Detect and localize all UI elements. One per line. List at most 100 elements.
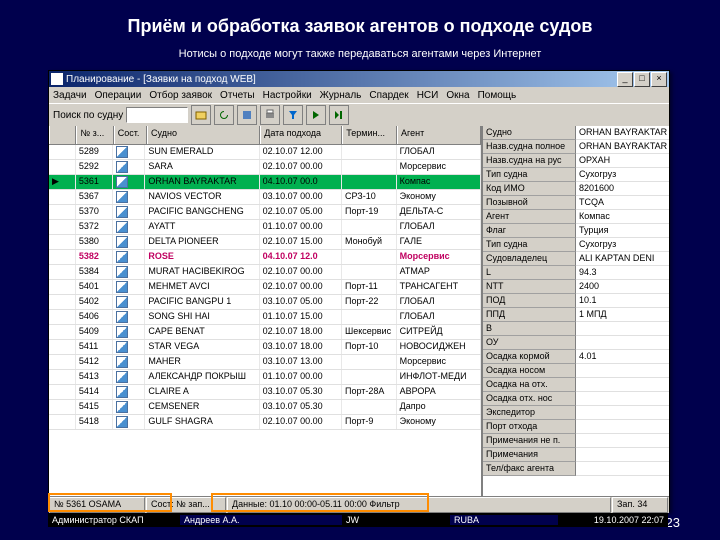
table-row[interactable]: 5367NAVIOS VECTOR03.10.07 00.00СРЗ-10Эко… (49, 190, 481, 205)
status-record: № 5361 OSAMA (49, 497, 145, 513)
doc-icon (116, 386, 128, 398)
doc-icon (116, 356, 128, 368)
detail-row: ОУ (483, 336, 669, 350)
doc-icon (116, 296, 128, 308)
detail-row: Осадка кормой4.01 (483, 350, 669, 364)
doc-icon (116, 371, 128, 383)
app-icon (51, 73, 63, 85)
menu-item[interactable]: Спардек (369, 90, 408, 101)
toolbar-btn-filter[interactable] (283, 105, 303, 125)
window-title: Планирование - [Заявки на подход WEB] (66, 74, 256, 85)
close-button[interactable]: × (651, 72, 667, 87)
detail-row: Примечания не п. (483, 434, 669, 448)
statusbar: № 5361 OSAMA Сост: № зап... Данные: 01.1… (49, 496, 669, 513)
doc-icon (116, 206, 128, 218)
doc-icon (116, 311, 128, 323)
status-sort: Сост: № зап... (146, 497, 226, 513)
toolbar-btn-open[interactable] (191, 105, 211, 125)
menu-item[interactable]: Окна (446, 90, 469, 101)
detail-row: СудовладелецALI KAPTAN DENI (483, 252, 669, 266)
search-input[interactable] (126, 107, 188, 123)
doc-icon (116, 146, 128, 158)
table-row[interactable]: 5409CAPE BENAT02.10.07 18.00ШексервисСИТ… (49, 325, 481, 340)
table-row[interactable]: 5411STAR VEGA03.10.07 18.00Порт-10НОВОСИ… (49, 340, 481, 355)
detail-row: ФлагТурция (483, 224, 669, 238)
doc-icon (116, 161, 128, 173)
table-row[interactable]: 5406SONG SHI HAI01.10.07 15.00ГЛОБАЛ (49, 310, 481, 325)
table-row[interactable]: 5384MURAT HACIBEKIROG02.10.07 00.00АТМАР (49, 265, 481, 280)
slide-title: Приём и обработка заявок агентов о подхо… (0, 16, 720, 37)
toolbar-btn-last[interactable] (329, 105, 349, 125)
toolbar: Поиск по судну (49, 103, 669, 126)
detail-row: Экспедитор (483, 406, 669, 420)
detail-row: АгентКомпас (483, 210, 669, 224)
table-row[interactable]: 5402PACIFIC BANGPU 103.10.07 05.00Порт-2… (49, 295, 481, 310)
table-row[interactable]: 5380DELTA PIONEER02.10.07 15.00МонобуйГА… (49, 235, 481, 250)
menu-item[interactable]: Отбор заявок (149, 90, 212, 101)
toolbar-btn-print[interactable] (260, 105, 280, 125)
detail-row: Тел/факс агента (483, 462, 669, 476)
detail-row: Осадка отх. нос (483, 392, 669, 406)
footer-bar: Администратор СКАП Андреев А.А. JW RUBA … (48, 513, 668, 527)
detail-row: L94.3 (483, 266, 669, 280)
grid-header: № з... Сост. Судно Дата подхода Термин..… (49, 126, 481, 145)
detail-row: B (483, 322, 669, 336)
menu-item[interactable]: Помощь (478, 90, 517, 101)
doc-icon (116, 341, 128, 353)
app-window: Планирование - [Заявки на подход WEB] _ … (48, 70, 670, 512)
menu-item[interactable]: Отчеты (220, 90, 255, 101)
table-row[interactable]: 5413АЛЕКСАНДР ПОКРЫШ01.10.07 00.00ИНФЛОТ… (49, 370, 481, 385)
doc-icon (116, 401, 128, 413)
detail-row: ПОД10.1 (483, 294, 669, 308)
detail-row: Тип суднаСухогруз (483, 168, 669, 182)
status-filter: Данные: 01.10 00:00-05.11 00:00 Фильтр (227, 497, 611, 513)
toolbar-btn-save[interactable] (237, 105, 257, 125)
data-grid[interactable]: № з... Сост. Судно Дата подхода Термин..… (49, 126, 483, 496)
detail-row: СудноORHAN BAYRAKTAR (483, 126, 669, 140)
search-label: Поиск по судну (53, 110, 123, 121)
toolbar-btn-refresh[interactable] (214, 105, 234, 125)
titlebar[interactable]: Планирование - [Заявки на подход WEB] _ … (49, 71, 669, 87)
table-row[interactable]: 5415CEMSENER03.10.07 05.30Дапро (49, 400, 481, 415)
table-row[interactable]: 5401MEHMET AVCI02.10.07 00.00Порт-11ТРАН… (49, 280, 481, 295)
menu-item[interactable]: Задачи (53, 90, 87, 101)
table-row[interactable]: 5418GULF SHAGRA02.10.07 00.00Порт-9Эконо… (49, 415, 481, 430)
toolbar-btn-next[interactable] (306, 105, 326, 125)
doc-icon (116, 266, 128, 278)
doc-icon (116, 416, 128, 428)
detail-row: Тип суднаСухогруз (483, 238, 669, 252)
doc-icon (116, 326, 128, 338)
menu-item[interactable]: Журналь (320, 90, 362, 101)
detail-panel: СудноORHAN BAYRAKTARНазв.судна полноеORH… (483, 126, 669, 496)
slide-subtitle: Нотисы о подходе могут также передаватьс… (0, 48, 720, 60)
table-row[interactable]: 5292SARA02.10.07 00.00Морсервис (49, 160, 481, 175)
detail-row: ППД1 МПД (483, 308, 669, 322)
detail-row: Назв.судна на русОРХАН (483, 154, 669, 168)
menubar: Задачи Операции Отбор заявок Отчеты Наст… (49, 87, 669, 103)
menu-item[interactable]: Настройки (263, 90, 312, 101)
minimize-button[interactable]: _ (617, 72, 633, 87)
table-row[interactable]: 5414CLAIRE A03.10.07 05.30Порт-28ААВРОРА (49, 385, 481, 400)
doc-icon (116, 251, 128, 263)
detail-row: Назв.судна полноеORHAN BAYRAKTAR (483, 140, 669, 154)
detail-row: Порт отхода (483, 420, 669, 434)
detail-row: Осадка носом (483, 364, 669, 378)
menu-item[interactable]: Операции (95, 90, 142, 101)
status-count: Зап. 34 (612, 497, 668, 513)
doc-icon (116, 191, 128, 203)
doc-icon (116, 236, 128, 248)
detail-row: NTT2400 (483, 280, 669, 294)
doc-icon (116, 176, 128, 188)
doc-icon (116, 221, 128, 233)
table-row[interactable]: 5289SUN EMERALD02.10.07 12.00ГЛОБАЛ (49, 145, 481, 160)
table-row[interactable]: 5370PACIFIC BANGCHENG02.10.07 05.00Порт-… (49, 205, 481, 220)
table-row[interactable]: ▶5361ORHAN BAYRAKTAR04.10.07 00.0Компас (49, 175, 481, 190)
detail-row: ПозывнойTCQA (483, 196, 669, 210)
table-row[interactable]: 5372AYATT01.10.07 00.00ГЛОБАЛ (49, 220, 481, 235)
maximize-button[interactable]: □ (634, 72, 650, 87)
menu-item[interactable]: НСИ (417, 90, 439, 101)
table-row[interactable]: 5382ROSE04.10.07 12.0Морсервис (49, 250, 481, 265)
table-row[interactable]: 5412MAHER03.10.07 13.00Морсервис (49, 355, 481, 370)
doc-icon (116, 281, 128, 293)
detail-row: Код ИМО8201600 (483, 182, 669, 196)
